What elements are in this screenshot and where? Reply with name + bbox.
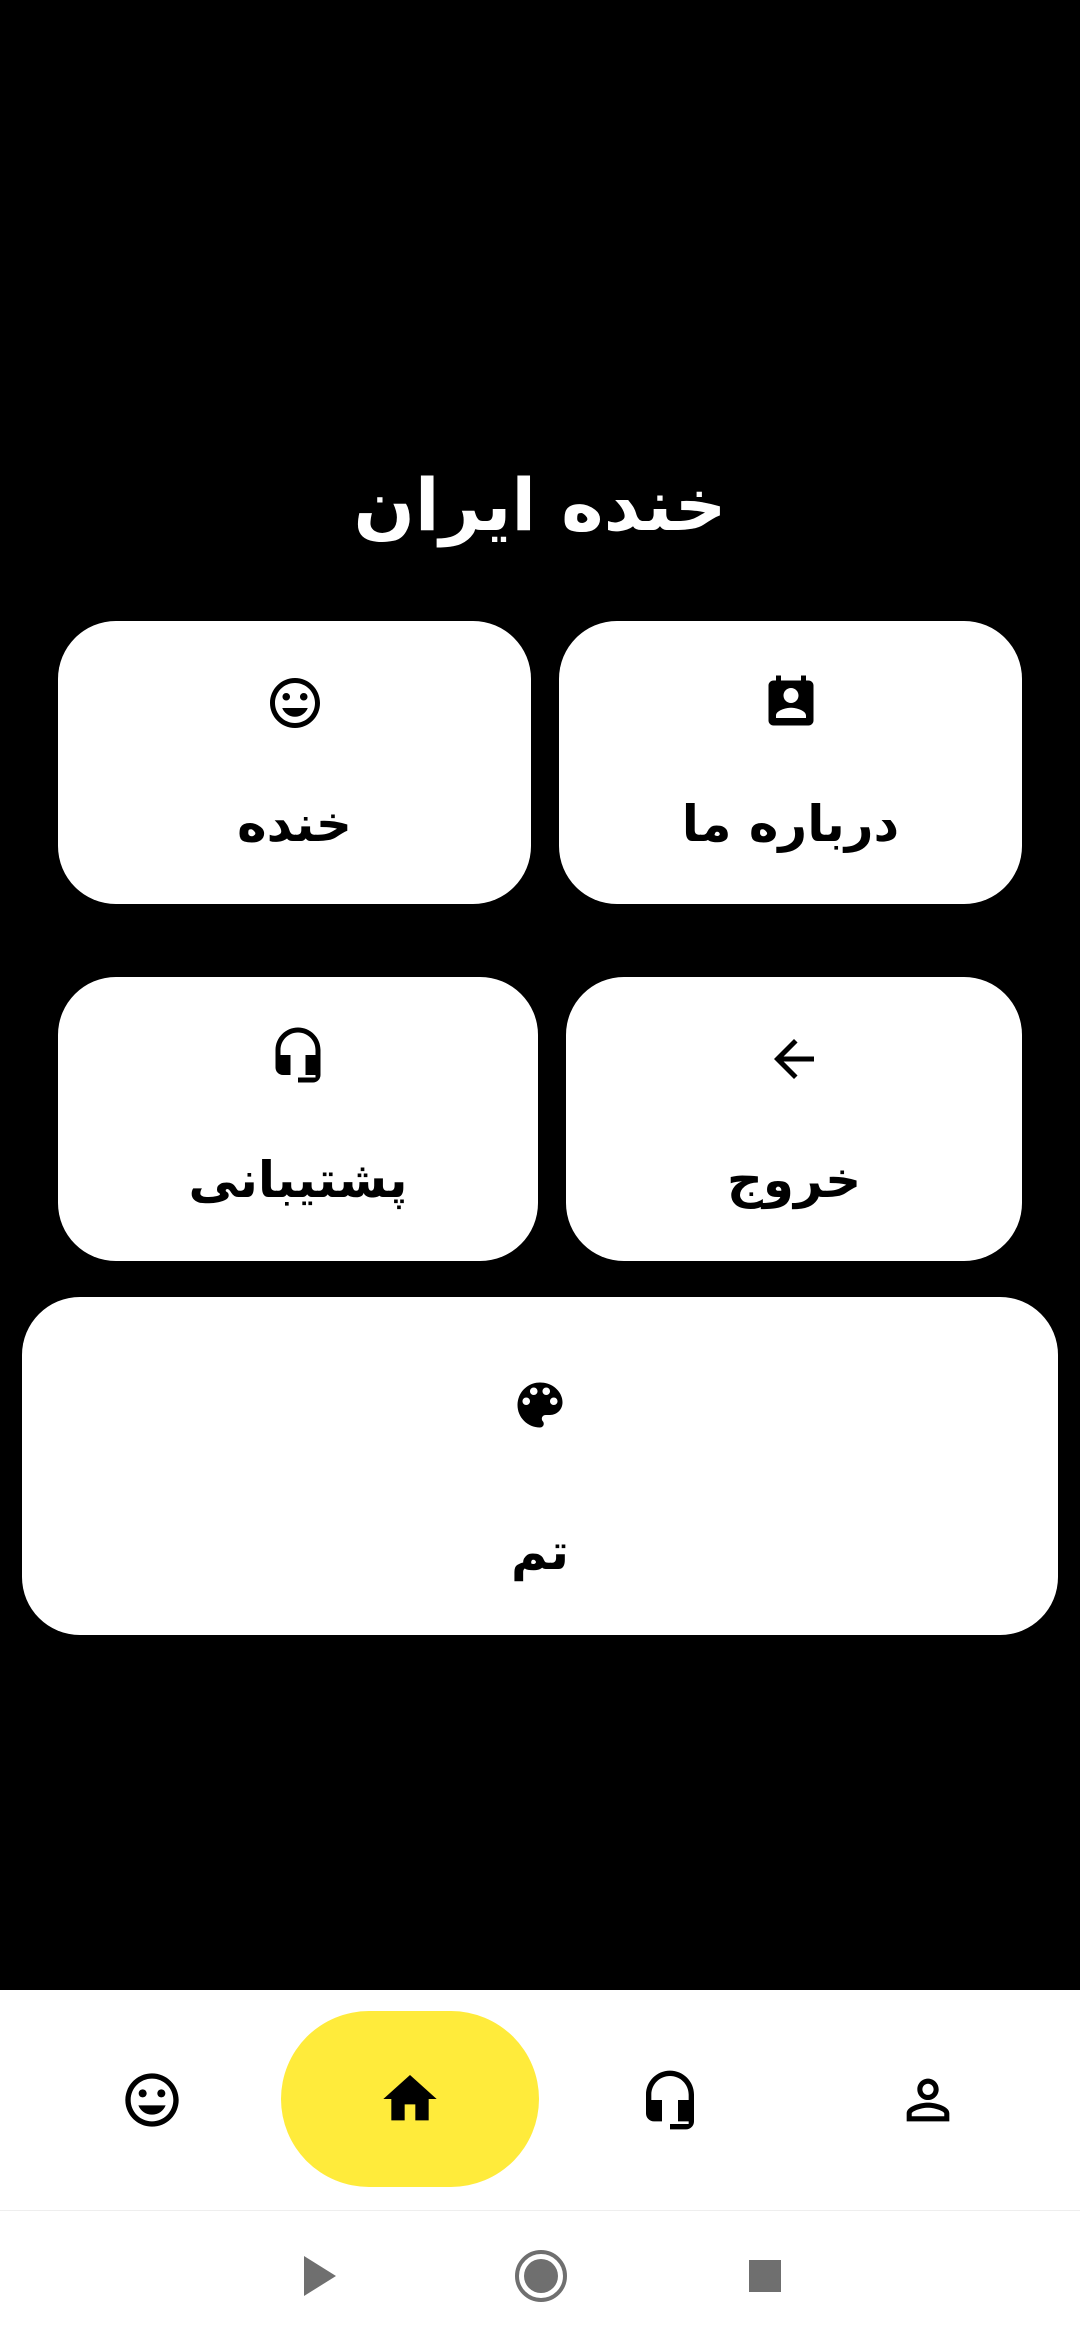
about-button[interactable]: درباره ما (559, 621, 1022, 904)
nav-home-active[interactable] (281, 2011, 539, 2187)
home-circle-icon (514, 2249, 568, 2303)
exit-button[interactable]: خروج (566, 977, 1022, 1261)
system-back-button[interactable] (285, 2241, 355, 2311)
laugh-label: خنده (237, 795, 352, 853)
about-label: درباره ما (681, 795, 900, 853)
recents-icon (747, 2258, 783, 2294)
system-recents-button[interactable] (730, 2241, 800, 2311)
page-title: خنده ایران (353, 463, 727, 547)
arrow-left-icon (764, 1029, 824, 1089)
system-home-button[interactable] (506, 2241, 576, 2311)
home-icon (378, 2067, 442, 2131)
palette-icon (510, 1375, 570, 1435)
headset-icon (268, 1025, 328, 1085)
support-label: پشتیبانی (188, 1151, 408, 1209)
smiley-icon (265, 673, 325, 733)
support-button[interactable]: پشتیبانی (58, 977, 538, 1261)
exit-label: خروج (726, 1151, 862, 1209)
nav-laugh[interactable] (52, 1990, 252, 2210)
bottom-navigation (0, 1990, 1080, 2210)
laugh-button[interactable]: خنده (58, 621, 531, 904)
theme-label: تم (511, 1523, 569, 1581)
person-icon (896, 2068, 960, 2132)
headset-icon (638, 2068, 702, 2132)
smiley-icon (120, 2068, 184, 2132)
contact-card-icon (761, 673, 821, 733)
system-navigation-bar (0, 2210, 1080, 2340)
nav-support[interactable] (570, 1990, 770, 2210)
nav-profile[interactable] (828, 1990, 1028, 2210)
back-icon (300, 2254, 340, 2298)
theme-button[interactable]: تم (22, 1297, 1058, 1635)
